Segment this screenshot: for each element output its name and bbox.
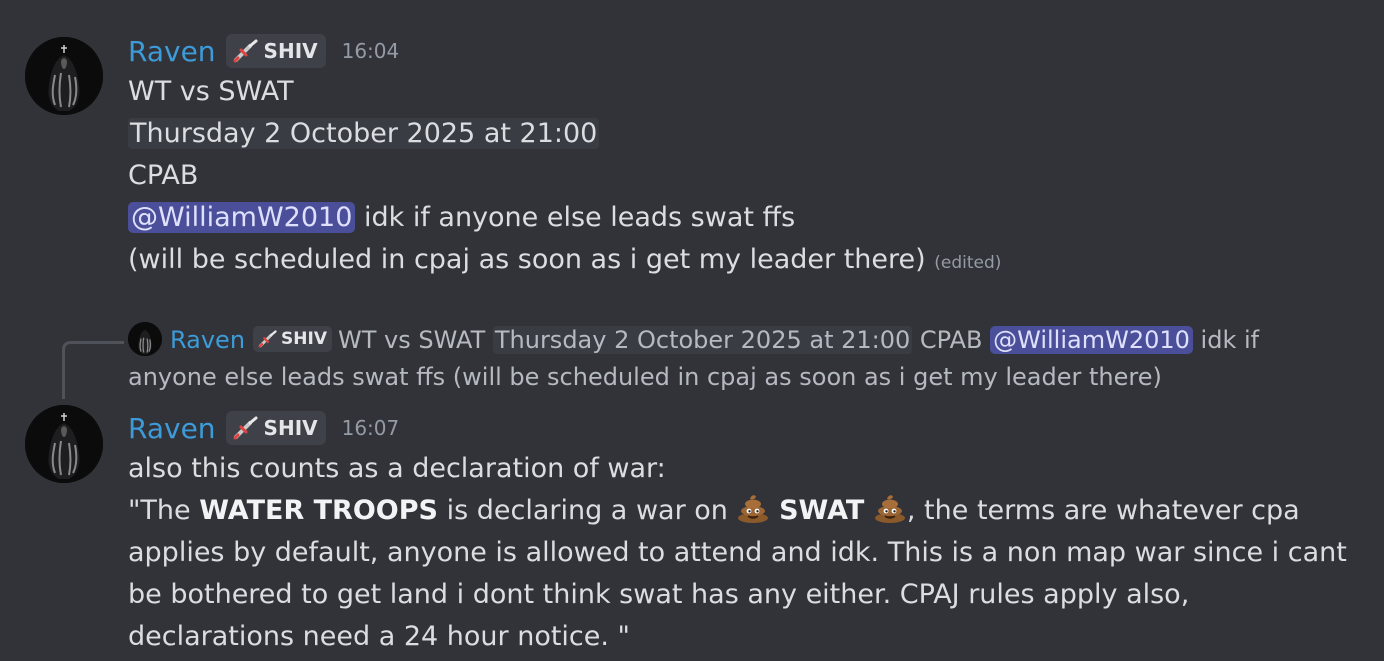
message-time[interactable]: 16:04 xyxy=(342,39,400,63)
reply-text: CPAB xyxy=(912,326,991,354)
author-name[interactable]: Raven xyxy=(128,412,216,445)
message-line: WT vs SWAT xyxy=(128,76,294,107)
bold-text: SWAT xyxy=(779,495,865,526)
message-line: declarations need a 24 hour notice. " xyxy=(128,621,630,652)
message-header: Raven SHIV 16:07 xyxy=(128,408,399,448)
reply-spine xyxy=(62,341,124,399)
message-line: applies by default, anyone is allowed to… xyxy=(128,537,1347,568)
reply-timestamp-chip: Thursday 2 October 2025 at 21:00 xyxy=(492,326,913,354)
reply-user-mention[interactable]: @WilliamW2010 xyxy=(990,326,1193,354)
role-tag[interactable]: SHIV xyxy=(225,34,326,68)
message-text: , the terms are whatever cpa xyxy=(906,495,1300,526)
message-line: CPAB xyxy=(128,160,199,191)
poop-emoji-icon[interactable] xyxy=(873,493,907,523)
reply-author[interactable]: Raven xyxy=(170,326,245,354)
message-text: (will be scheduled in cpaj as soon as i … xyxy=(128,244,926,275)
message-text: idk if anyone else leads swat ffs xyxy=(355,202,796,233)
reply-text: WT vs SWAT xyxy=(338,326,493,354)
message-text: "The xyxy=(128,495,200,526)
author-name[interactable]: Raven xyxy=(128,35,216,68)
edited-label: (edited) xyxy=(934,253,1002,273)
dagger-icon xyxy=(233,39,258,63)
role-label: SHIV xyxy=(263,416,318,440)
user-avatar[interactable] xyxy=(25,405,103,483)
bold-text: WATER TROOPS xyxy=(199,495,438,526)
timestamp-chip[interactable]: Thursday 2 October 2025 at 21:00 xyxy=(128,118,600,149)
reply-preview[interactable]: Raven SHIV WT vs SWAT Thursday 2 October… xyxy=(128,322,1344,396)
role-tag[interactable]: SHIV xyxy=(225,411,326,445)
reply-role-label: SHIV xyxy=(281,328,327,349)
message-text: is declaring a war on xyxy=(438,495,737,526)
poop-emoji-icon[interactable] xyxy=(736,493,770,523)
message-line: be bothered to get land i dont think swa… xyxy=(128,579,1190,610)
message-time[interactable]: 16:07 xyxy=(342,416,400,440)
message-header: Raven SHIV 16:04 xyxy=(128,31,399,71)
dagger-icon xyxy=(233,416,258,440)
user-mention[interactable]: @WilliamW2010 xyxy=(128,202,356,233)
user-avatar[interactable] xyxy=(25,37,103,115)
reply-role-tag[interactable]: SHIV xyxy=(253,326,332,352)
message-body: also this counts as a declaration of war… xyxy=(128,448,1347,658)
message-line: also this counts as a declaration of war… xyxy=(128,453,666,484)
role-label: SHIV xyxy=(263,39,318,63)
message-body: WT vs SWAT Thursday 2 October 2025 at 21… xyxy=(128,71,1344,284)
reply-avatar[interactable] xyxy=(128,322,162,356)
dagger-icon xyxy=(258,330,277,348)
